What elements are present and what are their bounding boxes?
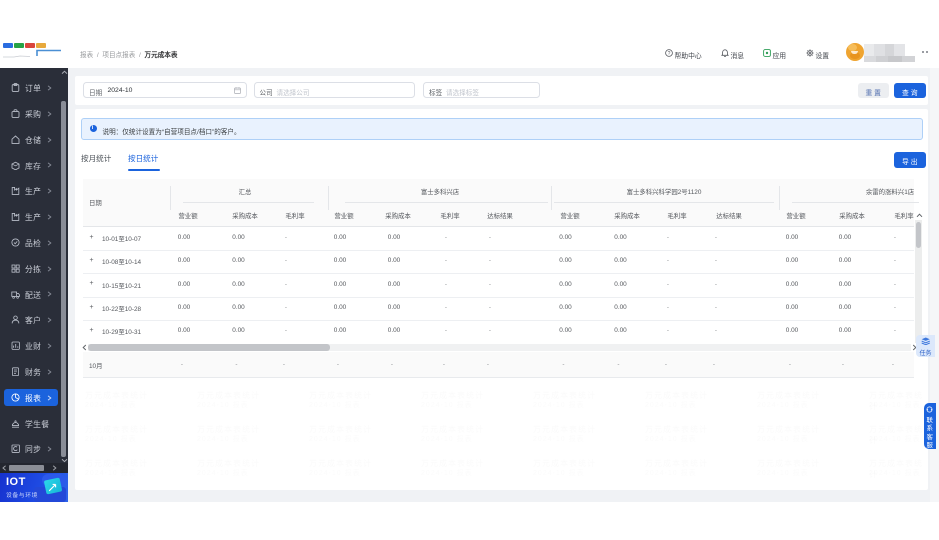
svg-text:?: ? [667, 51, 670, 57]
